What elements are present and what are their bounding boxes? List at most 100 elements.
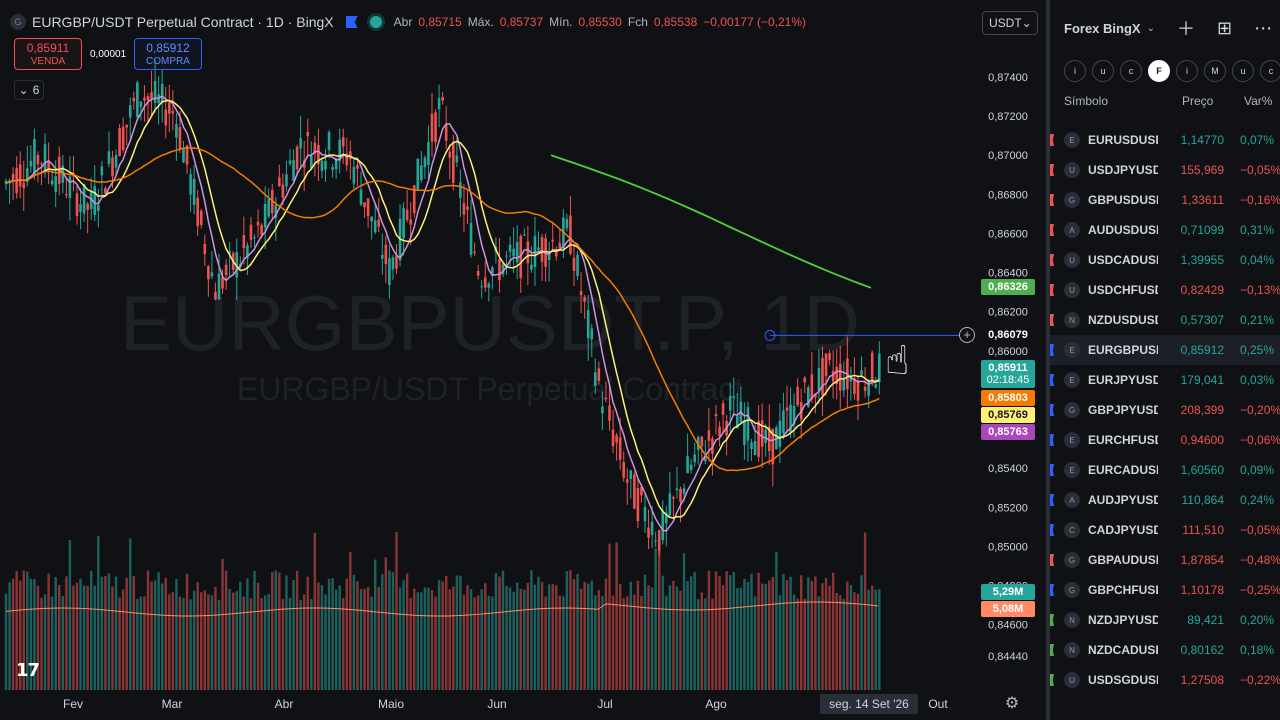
watchlist-symbol: GBPUSDUSDT [1088,193,1158,207]
watchlist-row[interactable]: E EURCHFUSDT 0,94600 −0,06% [1050,425,1280,455]
watchlist-row[interactable]: N NZDUSDUSDT 0,57307 0,21% [1050,305,1280,335]
watchlist-row[interactable]: U USDJPYUSDT 155,969 −0,05% [1050,155,1280,185]
watchlist-row[interactable]: E EURCADUSDT 1,60560 0,09% [1050,455,1280,485]
flag-icon[interactable] [1050,194,1054,206]
candle-body [146,95,150,101]
candle-body [65,194,68,196]
time-tick-label: Fev [63,697,83,711]
watchlist-row[interactable]: N NZDJPYUSDT 89,421 0,20% [1050,605,1280,635]
candle-body [533,235,537,268]
filter-chip[interactable]: M [1204,60,1226,82]
watchlist-price: 179,041 [1180,373,1224,387]
flag-icon[interactable] [1050,164,1054,176]
flag-icon[interactable] [1050,284,1054,296]
crosshair-date: seg. 14 Set '26 [820,694,918,714]
filter-chip[interactable]: u [1232,60,1254,82]
flag-icon[interactable] [1050,344,1054,356]
volume-bar [760,583,764,690]
watchlist-row[interactable]: E EURGBPUSDT 0,85912 0,25% [1050,335,1280,365]
watchlist-row[interactable]: A AUDUSDUSDT 0,71099 0,31% [1050,215,1280,245]
flag-icon[interactable] [1050,254,1054,266]
buy-button[interactable]: 0,85912 COMPRA [134,38,202,70]
candle-body [508,244,512,252]
column-change[interactable]: Var% [1244,94,1272,108]
flag-icon[interactable] [1050,614,1054,626]
filter-chip[interactable]: c [1260,60,1280,82]
market-status-icon[interactable] [369,16,382,28]
volume-bar [572,579,576,690]
watchlist-symbol: EURCADUSDT [1088,463,1158,477]
candle-body [423,157,427,168]
more-icon[interactable]: ⋯ [1254,18,1272,39]
flag-icon[interactable] [1050,434,1054,446]
watchlist-row[interactable]: N NZDCADUSDT 0,80162 0,18% [1050,635,1280,665]
candle-body [576,254,579,276]
filter-chip[interactable]: u [1092,60,1114,82]
candle-body [487,283,491,288]
volume-bar [388,570,391,690]
layout-icon[interactable]: ⊞ [1217,18,1232,39]
add-alert-icon[interactable]: + [959,327,975,343]
watchlist-row[interactable]: U USDSGDUSDT 1,27508 −0,22% [1050,665,1280,695]
flag-icon[interactable] [1050,644,1054,656]
watchlist-row[interactable]: G GBPCHFUSDT 1,10178 −0,25% [1050,575,1280,605]
candle-body [278,177,281,186]
volume-bar [253,570,256,690]
candle-body [455,155,459,163]
flag-icon[interactable] [1050,554,1054,566]
flag-icon[interactable] [1050,524,1054,536]
add-symbol-icon[interactable]: ＋ [1177,15,1195,41]
volume-bar [58,585,61,690]
time-tick-label: Ago [705,697,727,711]
candle-body [324,160,327,170]
watchlist-price: 208,399 [1180,403,1224,417]
tradingview-logo-icon[interactable]: 𝟭𝟳 [16,660,40,681]
watchlist-row[interactable]: U USDCHFUSDT 0,82429 −0,13% [1050,275,1280,305]
gear-icon[interactable]: ⚙ [1003,694,1021,712]
candle-body [629,470,633,480]
buy-label: COMPRA [146,56,190,67]
watchlist-row[interactable]: G GBPAUDUSDT 1,87854 −0,48% [1050,545,1280,575]
column-price[interactable]: Preço [1182,94,1213,108]
flag-icon[interactable] [1050,134,1054,146]
candle-body [700,436,704,447]
symbol-title[interactable]: EURGBP/USDT Perpetual Contract · 1D · Bi… [32,14,334,30]
candle-body [505,255,508,257]
watchlist-row[interactable]: A AUDJPYUSDT 110,864 0,24% [1050,485,1280,515]
candle-body [33,139,36,175]
volume-bar [416,592,419,690]
chart-area[interactable]: EURGBPUSDT.P, 1D EURGBP/USDT Perpetual Co… [0,0,1046,720]
watchlist-title[interactable]: Forex BingX [1064,21,1141,36]
watchlist-row[interactable]: G GBPUSDUSDT 1,33611 −0,16% [1050,185,1280,215]
watchlist-row[interactable]: G GBPJPYUSDT 208,399 −0,20% [1050,395,1280,425]
flag-icon[interactable] [1050,314,1054,326]
flag-icon[interactable] [345,16,358,28]
filter-chip[interactable]: i [1176,60,1198,82]
volume-bar [729,575,732,690]
chevron-down-icon[interactable]: ⌄ [1147,23,1155,34]
filter-chip[interactable]: F [1148,60,1170,82]
column-symbol[interactable]: Símbolo [1064,94,1108,108]
candle-body [870,352,874,383]
flag-icon[interactable] [1050,464,1054,476]
watchlist-row[interactable]: E EURJPYUSDT 179,041 0,03% [1050,365,1280,395]
flag-icon[interactable] [1050,374,1054,386]
volume-bar [547,584,551,690]
watchlist-column-headers: Símbolo Preço Var% [1050,94,1280,114]
watchlist-row[interactable]: U USDCADUSDT 1,39955 0,04% [1050,245,1280,275]
flag-icon[interactable] [1050,584,1054,596]
flag-icon[interactable] [1050,674,1054,686]
volume-bar [469,589,473,690]
filter-chip[interactable]: c [1120,60,1142,82]
filter-chip[interactable]: i [1064,60,1086,82]
indicators-toggle-button[interactable]: ⌄ 6 [14,80,44,100]
watchlist-row[interactable]: C CADJPYUSDT 111,510 −0,05% [1050,515,1280,545]
watchlist-change: −0,20% [1240,403,1280,417]
currency-select[interactable]: USDT ⌄ [982,11,1038,35]
sell-button[interactable]: 0,85911 VENDA [14,38,82,70]
flag-icon[interactable] [1050,404,1054,416]
flag-icon[interactable] [1050,494,1054,506]
watchlist-row[interactable]: E EURUSDUSDT 1,14770 0,07% [1050,125,1280,155]
flag-icon[interactable] [1050,224,1054,236]
price-tick-label: 0,86400 [988,268,1028,280]
